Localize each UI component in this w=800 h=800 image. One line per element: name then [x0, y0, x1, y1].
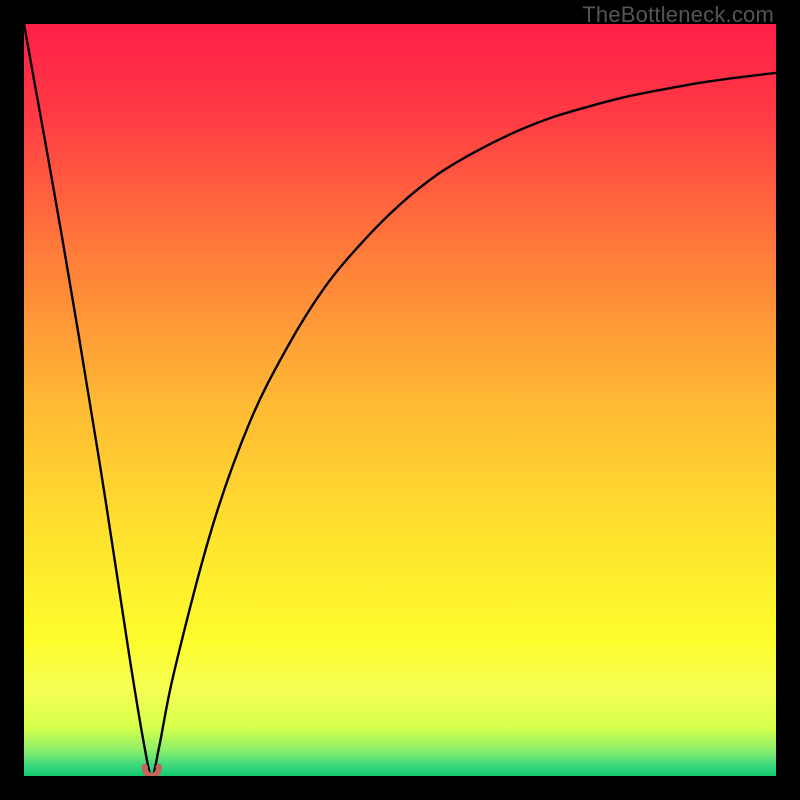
chart-frame — [24, 24, 776, 776]
watermark-text: TheBottleneck.com — [582, 2, 774, 28]
bottleneck-chart — [24, 24, 776, 776]
gradient-background — [24, 24, 776, 776]
